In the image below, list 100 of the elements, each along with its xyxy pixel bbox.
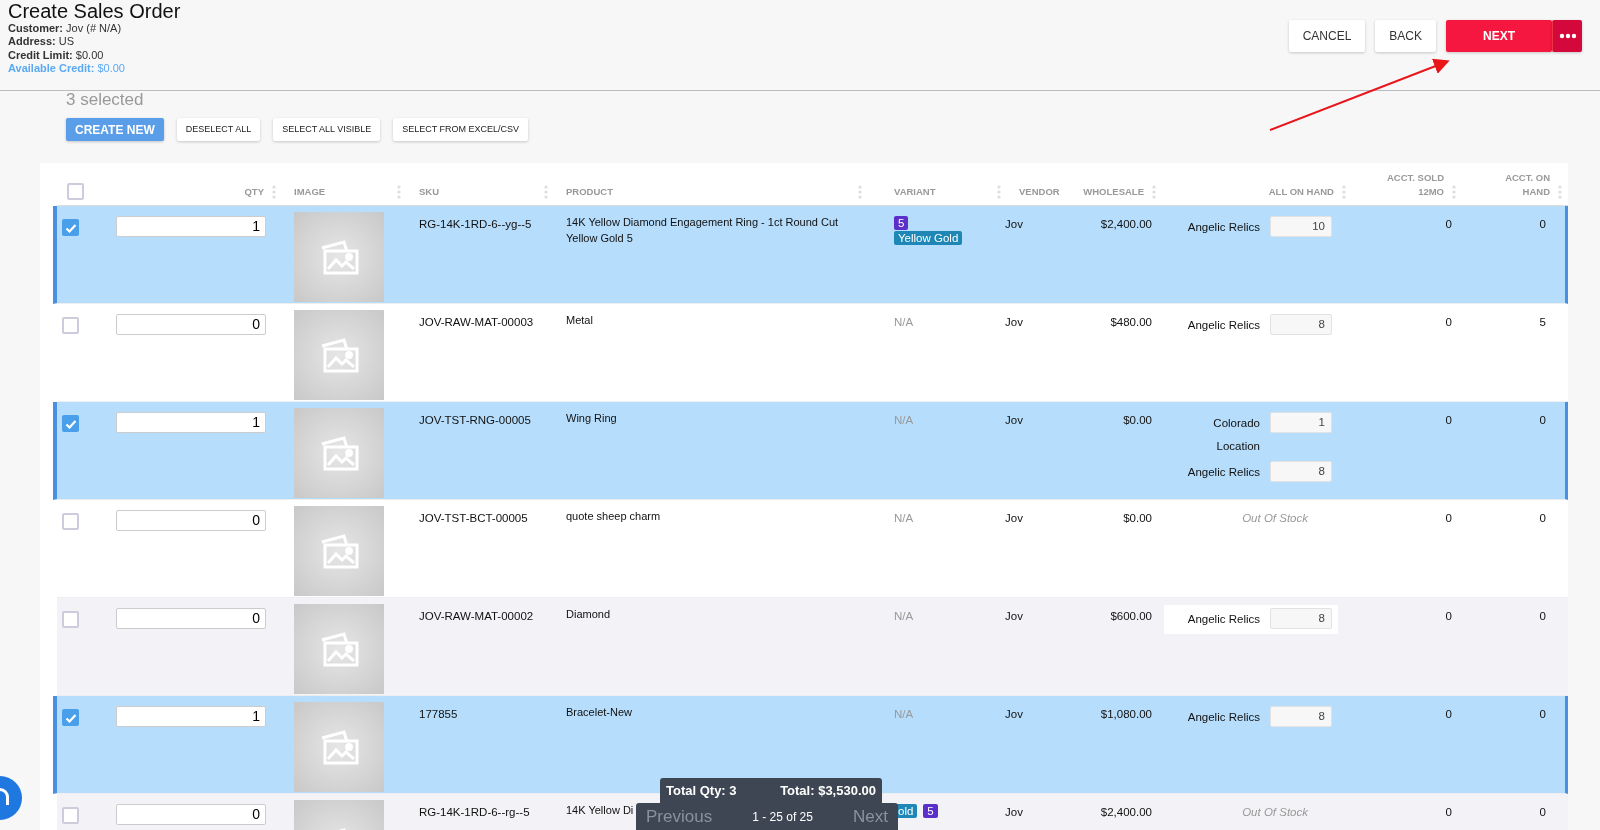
price-cell-text: $2,400.00	[1099, 217, 1153, 232]
column-resize-handle[interactable]	[397, 185, 401, 199]
vendor-cell-text: Jov	[1005, 805, 1024, 820]
location-name: Angelic Relics	[1186, 465, 1260, 480]
check-icon	[64, 222, 77, 233]
quantity-field[interactable]: 0	[116, 804, 266, 825]
checkbox[interactable]	[62, 317, 79, 334]
column-resize-handle[interactable]	[1452, 185, 1456, 199]
action-button[interactable]: BACK	[1375, 20, 1436, 52]
variant-tag: Yellow Gold	[894, 231, 963, 245]
on-hand-count: 0	[1538, 413, 1547, 428]
sold-count: 0	[1444, 413, 1453, 428]
checkbox[interactable]	[62, 611, 79, 628]
product-name: 14K Yellow Diamond Engagement Ring - 1ct Round Cut Yellow Gold 5	[566, 216, 839, 244]
location-name: Colorado Location	[1212, 416, 1260, 454]
column-resize-handle[interactable]	[1342, 185, 1346, 199]
vendor-cell-text: Jov	[1005, 315, 1024, 330]
variant-tag: 5	[894, 216, 909, 230]
quantity-field[interactable]: 0	[116, 314, 266, 335]
info-line: Credit Limit: $0.00	[8, 48, 105, 63]
stock-quantity: 8	[1270, 461, 1332, 482]
price-cell-text: $1,080.00	[1099, 707, 1153, 722]
more-icon	[1558, 33, 1577, 39]
quantity-field[interactable]: 0	[116, 510, 266, 531]
next-button[interactable]: NEXT	[1446, 20, 1552, 52]
product-name: Bracelet-New	[566, 706, 633, 718]
quantity-field[interactable]: 1	[116, 216, 266, 237]
chat-icon[interactable]	[0, 776, 22, 820]
total-amount: Total: $3,530.00	[780, 781, 876, 800]
price-cell-text: $0.00	[1122, 413, 1153, 428]
product-name: 14K Yellow Di	[566, 804, 634, 816]
column-header: ALL ON HAND	[1268, 185, 1334, 199]
toolbar-button[interactable]: DESELECT ALL	[176, 118, 261, 141]
toolbar-button[interactable]: SELECT ALL VISIBLE	[273, 118, 381, 141]
sku-cell-text: RG-14K-1RD-6--rg--5	[418, 805, 531, 820]
info-line: Address: US	[8, 35, 76, 49]
page-range: 1 - 25 of 25	[752, 808, 813, 826]
vendor-cell-text: Jov	[1005, 707, 1024, 722]
quantity-field[interactable]: 1	[116, 412, 266, 433]
column-header: PRODUCT	[566, 185, 613, 199]
action-button[interactable]: CANCEL	[1288, 20, 1366, 52]
product-name: Diamond	[566, 608, 611, 620]
checkbox[interactable]	[62, 709, 79, 726]
sku-cell-text: JOV-RAW-MAT-00002	[418, 609, 535, 624]
checkbox[interactable]	[67, 183, 84, 200]
more-button[interactable]	[1552, 20, 1582, 52]
column-resize-handle[interactable]	[544, 185, 548, 199]
location-name: Angelic Relics	[1186, 318, 1260, 333]
column-resize-handle[interactable]	[997, 185, 1001, 199]
location-name: Angelic Relics	[1186, 612, 1260, 627]
sku-cell-text: JOV-TST-BCT-00005	[418, 511, 529, 526]
vendor-cell-text: Jov	[1005, 609, 1024, 624]
variant-cell-text: N/A	[893, 315, 915, 330]
total-quantity: Total Qty: 3	[666, 781, 737, 800]
stock-status: Out Of Stock	[1242, 806, 1309, 818]
price-cell-text: $480.00	[1109, 315, 1153, 330]
quantity-field[interactable]: 0	[116, 608, 266, 629]
price-cell-text: $600.00	[1109, 609, 1153, 624]
column-resize-handle[interactable]	[858, 185, 862, 199]
column-header: ACCT. ON HAND	[1504, 171, 1550, 199]
stock-quantity: 8	[1270, 314, 1332, 335]
column-header: IMAGE	[294, 185, 326, 199]
product-name: Metal	[566, 314, 593, 326]
column-resize-handle[interactable]	[1558, 185, 1562, 199]
info-line: Available Credit: $0.00	[8, 62, 126, 76]
product-name: Wing Ring	[566, 412, 617, 424]
quantity-field[interactable]: 1	[116, 706, 266, 727]
checkbox[interactable]	[62, 513, 79, 530]
variant-cell-text: N/A	[893, 511, 915, 526]
sku-cell-text: RG-14K-1RD-6--yg--5	[418, 217, 533, 232]
column-header: VENDOR	[1019, 185, 1060, 199]
checkbox[interactable]	[62, 219, 79, 236]
column-header: VARIANT	[894, 185, 936, 199]
sold-count: 0	[1444, 805, 1453, 820]
sold-count: 0	[1444, 217, 1453, 232]
product-name: quote sheep charm	[566, 510, 661, 522]
on-hand-count: 0	[1538, 707, 1547, 722]
column-header: WHOLESALE	[1083, 185, 1144, 199]
location-name: Angelic Relics	[1186, 710, 1260, 725]
sku-cell-text: 177855	[418, 707, 459, 722]
variant-cell-text: N/A	[893, 707, 915, 722]
price-cell-text: $2,400.00	[1099, 805, 1153, 820]
on-hand-count: 0	[1538, 805, 1547, 820]
column-header: QTY	[244, 185, 264, 199]
column-header: ACCT. SOLD 12MO	[1386, 171, 1444, 199]
selected-count: 3 selected	[66, 89, 145, 111]
column-resize-handle[interactable]	[1152, 185, 1156, 199]
check-icon	[64, 712, 77, 723]
column-resize-handle[interactable]	[272, 185, 276, 199]
info-line: Customer: Jov (# N/A)	[8, 22, 123, 36]
sku-cell-text: JOV-RAW-MAT-00003	[418, 315, 535, 330]
price-cell-text: $0.00	[1122, 511, 1153, 526]
toolbar-button[interactable]: SELECT FROM EXCEL/CSV	[393, 118, 529, 141]
stock-quantity: 1	[1270, 412, 1332, 433]
on-hand-count: 5	[1538, 315, 1547, 330]
checkbox[interactable]	[62, 807, 79, 824]
sold-count: 0	[1444, 511, 1453, 526]
checkbox[interactable]	[62, 415, 79, 432]
on-hand-count: 0	[1538, 609, 1547, 624]
vendor-cell-text: Jov	[1005, 217, 1024, 232]
